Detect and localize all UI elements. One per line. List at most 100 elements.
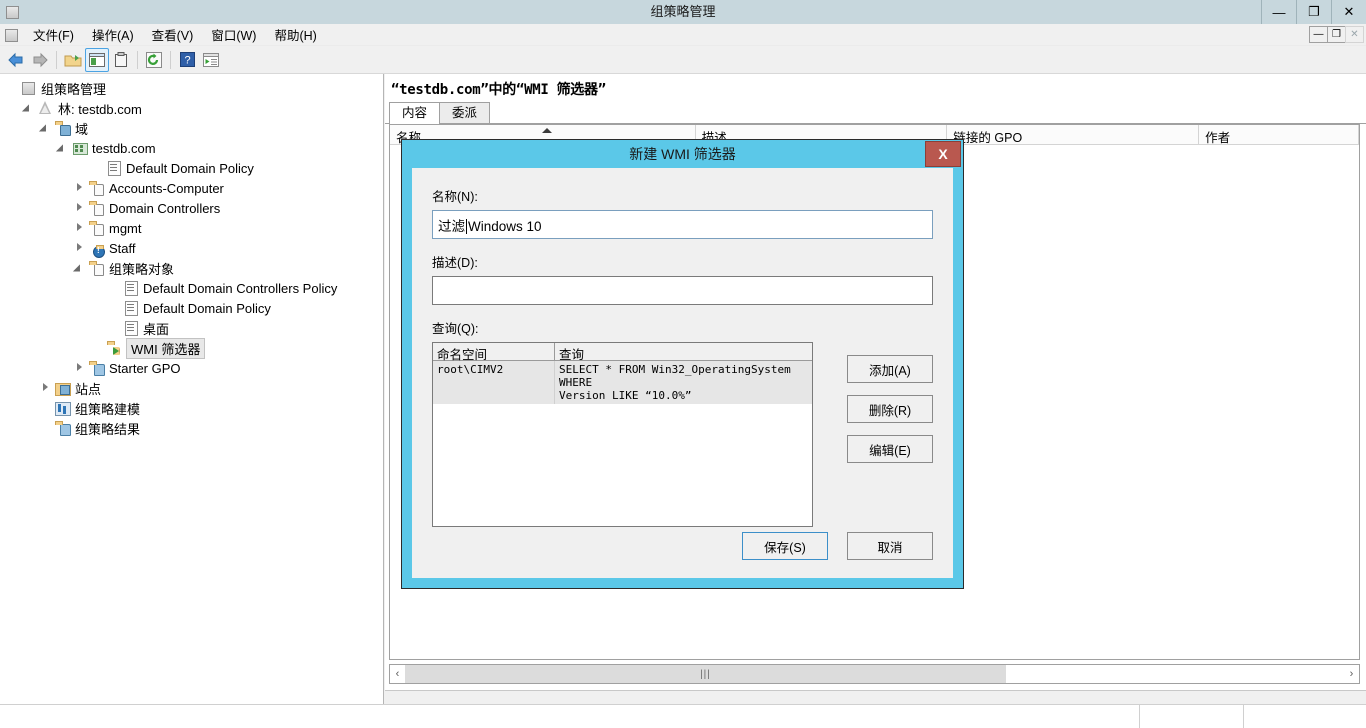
tree-item-4[interactable]: Default Domain Policy	[0, 158, 383, 178]
mdi-close-button[interactable]: ✕	[1345, 26, 1364, 43]
gp-modeling-icon	[54, 400, 71, 416]
mdi-window-controls: — ❐ ✕	[1309, 26, 1364, 43]
tree-item-5[interactable]: Accounts-Computer	[0, 178, 383, 198]
sort-ascending-icon	[542, 128, 553, 133]
tree-item-17[interactable]: 组策略结果	[0, 418, 383, 438]
cancel-button[interactable]: 取消	[847, 532, 933, 560]
tree-item-0[interactable]: 组策略管理	[0, 78, 383, 98]
query-text-cell: SELECT * FROM Win32_OperatingSystem WHER…	[559, 363, 791, 402]
text-caret	[466, 219, 467, 234]
tree-item-label: mgmt	[109, 220, 142, 236]
expand-triangle-icon[interactable]	[72, 180, 88, 196]
up-folder-icon[interactable]	[61, 48, 85, 72]
expand-triangle-icon[interactable]	[72, 360, 88, 376]
menu-window[interactable]: 窗口(W)	[202, 23, 265, 46]
expand-triangle-icon[interactable]	[72, 220, 88, 236]
show-hide-tree-pane-icon[interactable]	[85, 47, 109, 72]
menu-file[interactable]: 文件(F)	[24, 23, 83, 46]
expand-triangle-icon[interactable]	[72, 240, 88, 256]
collapse-triangle-icon[interactable]	[55, 140, 71, 156]
help-icon[interactable]: ?	[175, 48, 199, 72]
collapse-triangle-icon[interactable]	[21, 100, 37, 116]
query-list-header: 命名空间 查询	[433, 343, 812, 362]
tree-item-11[interactable]: Default Domain Policy	[0, 298, 383, 318]
tree-item-13[interactable]: WMI 筛选器	[0, 337, 383, 359]
pane-bottom-edge	[385, 690, 1366, 704]
scrollbar-thumb[interactable]: |||	[405, 665, 1006, 683]
console-glyph	[22, 82, 35, 95]
forward-icon[interactable]	[28, 48, 52, 72]
menu-action[interactable]: 操作(A)	[83, 23, 143, 46]
query-list-row[interactable]: root\CIMV2 SELECT * FROM Win32_Operating…	[433, 361, 812, 404]
domain-icon	[71, 140, 88, 156]
tree-item-label: Default Domain Controllers Policy	[143, 280, 338, 296]
listview-column-3[interactable]: 作者	[1199, 125, 1359, 144]
gpo-folder-icon	[88, 260, 105, 276]
window-minimize-button[interactable]: —	[1261, 0, 1296, 24]
query-list[interactable]: 命名空间 查询 root\CIMV2 SELECT * FROM Win32_O…	[432, 342, 813, 527]
tree-item-10[interactable]: Default Domain Controllers Policy	[0, 278, 383, 298]
expand-triangle-icon[interactable]	[72, 200, 88, 216]
window-close-button[interactable]: ✕	[1331, 0, 1366, 24]
collapse-triangle-icon[interactable]	[38, 120, 54, 136]
ou-icon	[88, 200, 105, 216]
listview-column-2[interactable]: 链接的 GPO	[947, 125, 1200, 144]
tree-item-label: 林: testdb.com	[58, 101, 142, 117]
tree-item-2[interactable]: 域	[0, 118, 383, 138]
query-actions: 添加(A) 删除(R) 编辑(E)	[847, 342, 933, 527]
tree-item-16[interactable]: 组策略建模	[0, 398, 383, 418]
save-button[interactable]: 保存(S)	[742, 532, 828, 560]
menubar: 文件(F) 操作(A) 查看(V) 窗口(W) 帮助(H) — ❐ ✕	[0, 24, 1366, 46]
collapse-triangle-icon[interactable]	[72, 260, 88, 276]
edit-query-button[interactable]: 编辑(E)	[847, 435, 933, 463]
tree-item-label: 组策略结果	[75, 421, 141, 437]
tab-delegation[interactable]: 委派	[439, 102, 491, 123]
scroll-left-arrow-icon[interactable]: ‹	[390, 665, 405, 683]
tree-item-8[interactable]: Staff	[0, 238, 383, 258]
scroll-right-arrow-icon[interactable]: ›	[1344, 665, 1359, 683]
horizontal-scrollbar[interactable]: ‹ ||| ›	[389, 664, 1360, 684]
window-titlebar: 组策略管理 — ❐ ✕	[0, 0, 1366, 24]
add-query-button[interactable]: 添加(A)	[847, 355, 933, 383]
query-column-namespace[interactable]: 命名空间	[433, 343, 555, 362]
tree-item-15[interactable]: 站点	[0, 378, 383, 398]
toolbar-separator	[56, 50, 57, 69]
tree-item-7[interactable]: mgmt	[0, 218, 383, 238]
navigation-tree-pane[interactable]: 组策略管理林: testdb.com 域 testdb.com Default Dom…	[0, 74, 384, 704]
properties-clipboard-icon[interactable]	[109, 48, 133, 72]
tree-item-3[interactable]: testdb.com	[0, 138, 383, 158]
refresh-icon[interactable]	[142, 48, 166, 72]
query-column-query[interactable]: 查询	[555, 343, 812, 362]
description-input[interactable]	[432, 276, 933, 305]
mdi-restore-button[interactable]: ❐	[1327, 26, 1346, 43]
expand-triangle-icon[interactable]	[38, 380, 54, 396]
query-namespace-cell: root\CIMV2	[433, 361, 555, 404]
ou-icon	[88, 180, 105, 196]
menu-help[interactable]: 帮助(H)	[265, 23, 325, 46]
tree-item-label: 桌面	[143, 321, 170, 337]
tree-item-label: 站点	[75, 381, 102, 397]
scrollbar-track[interactable]: |||	[405, 665, 1344, 683]
window-maximize-button[interactable]: ❐	[1296, 0, 1331, 24]
dialog-close-button[interactable]: X	[925, 141, 961, 167]
new-wmi-filter-dialog: 新建 WMI 筛选器 X 名称(N): 过滤 Windows 10 描述(D): …	[401, 139, 964, 589]
back-icon[interactable]	[4, 48, 28, 72]
tree-item-1[interactable]: 林: testdb.com	[0, 98, 383, 118]
tree-item-12[interactable]: 桌面	[0, 318, 383, 338]
tree-item-9[interactable]: 组策略对象	[0, 258, 383, 278]
menu-view[interactable]: 查看(V)	[143, 23, 203, 46]
name-input[interactable]: 过滤 Windows 10	[432, 210, 933, 239]
mdi-minimize-button[interactable]: —	[1309, 26, 1328, 43]
remove-query-button[interactable]: 删除(R)	[847, 395, 933, 423]
tree-item-14[interactable]: Starter GPO	[0, 358, 383, 378]
tree-item-label: Default Domain Policy	[126, 160, 254, 176]
tree-item-label: Starter GPO	[109, 360, 181, 376]
tree-item-6[interactable]: Domain Controllers	[0, 198, 383, 218]
export-list-icon[interactable]	[199, 48, 223, 72]
tab-contents[interactable]: 内容	[389, 102, 441, 124]
